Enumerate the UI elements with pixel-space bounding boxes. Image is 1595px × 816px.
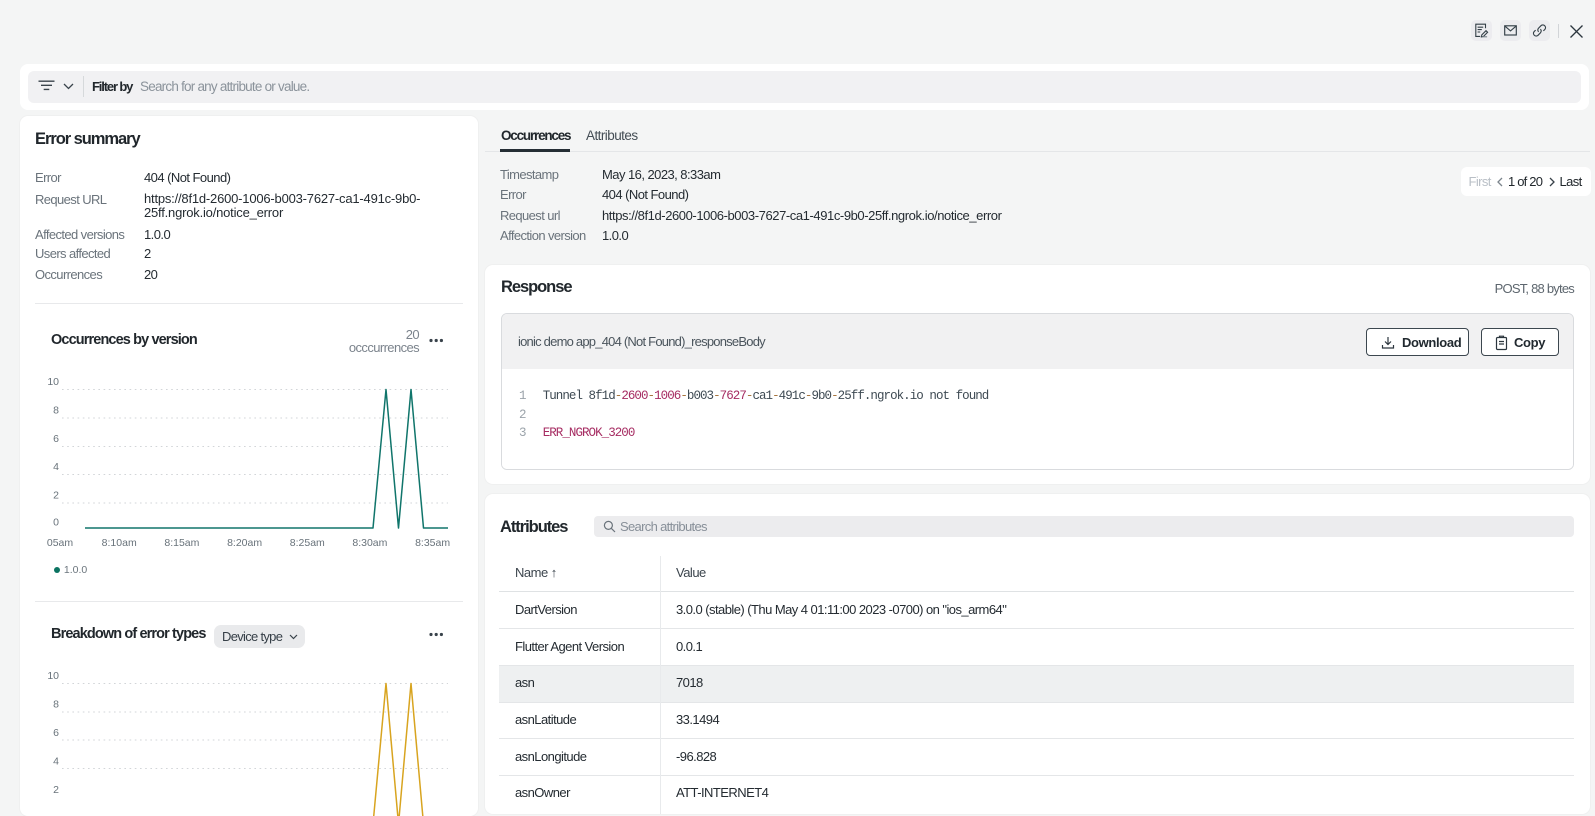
svg-text:8: 8	[53, 404, 59, 416]
svg-text:10: 10	[47, 376, 59, 388]
svg-text:10: 10	[47, 670, 59, 682]
svg-text:6: 6	[53, 727, 59, 739]
svg-text:8: 8	[53, 699, 59, 711]
svg-text:4: 4	[53, 461, 59, 473]
svg-text:6: 6	[53, 433, 59, 445]
svg-text:8:15am: 8:15am	[164, 537, 199, 549]
svg-text:2: 2	[53, 784, 59, 796]
svg-text:8:10am: 8:10am	[102, 537, 137, 549]
svg-text:2: 2	[53, 490, 59, 502]
svg-text:05am: 05am	[47, 537, 74, 549]
svg-text:8:35am: 8:35am	[415, 537, 450, 549]
svg-text:8:30am: 8:30am	[352, 537, 387, 549]
svg-text:0: 0	[53, 517, 59, 529]
svg-text:8:25am: 8:25am	[290, 537, 325, 549]
svg-text:4: 4	[53, 755, 59, 767]
svg-text:8:20am: 8:20am	[227, 537, 262, 549]
